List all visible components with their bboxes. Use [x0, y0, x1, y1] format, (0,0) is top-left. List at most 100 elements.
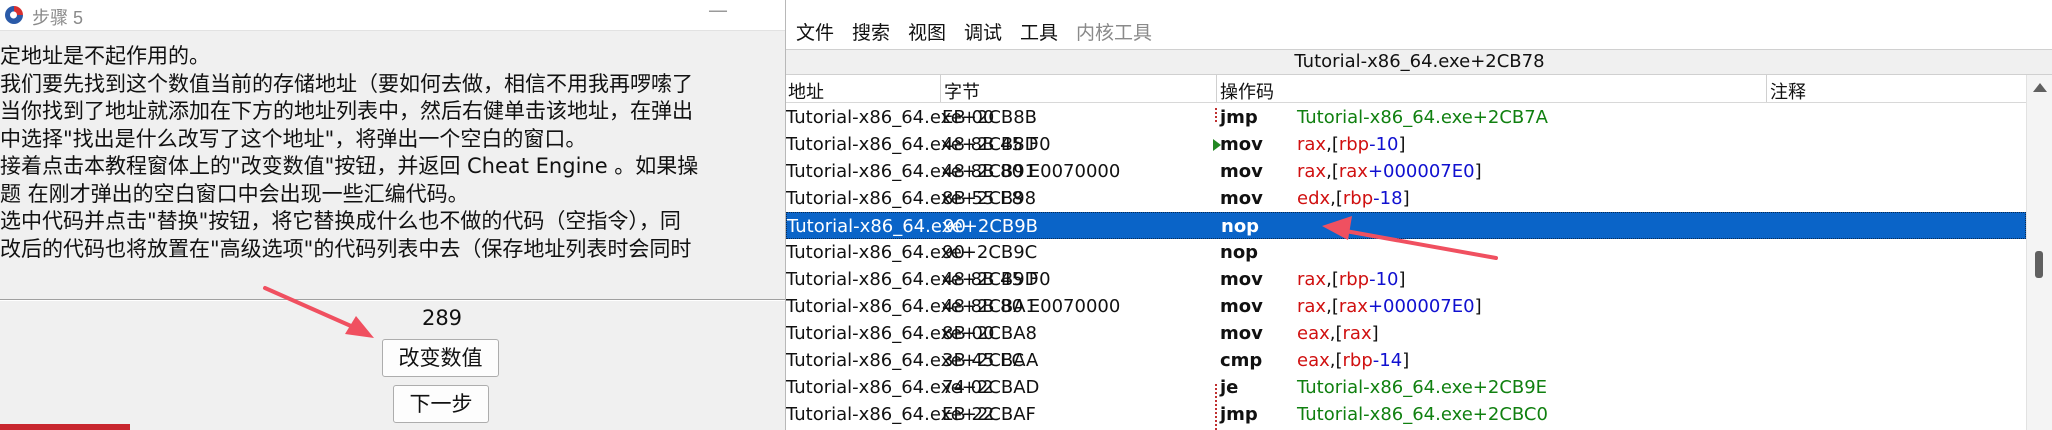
disassembly-row[interactable]: Tutorial-x86_64.exe+2CBA1 48 8B 80 E00700…: [786, 293, 2026, 320]
row-address: Tutorial-x86_64.exe+2CB8B: [786, 107, 1038, 128]
operand-token: ,[: [1329, 323, 1343, 344]
operand-token: +000007E0: [1367, 296, 1475, 317]
tutorial-title: 步骤 5: [32, 8, 84, 28]
row-operands: Tutorial-x86_64.exe+2CB7A: [1297, 104, 1548, 131]
disassembly-row[interactable]: Tutorial-x86_64.exe+2CB91 48 8B 80 E00700…: [786, 158, 2026, 185]
row-bytes: 48 8B 45 F0: [942, 269, 1051, 290]
description-line: 接着点击本教程窗体上的"改变数值"按钮，并返回 Cheat Engine 。如果…: [0, 154, 699, 178]
menu-file[interactable]: 文件: [796, 18, 834, 45]
minimize-icon[interactable]: —: [708, 0, 728, 26]
row-address-bytes: Tutorial-x86_64.exe+2CB8B EB 00: [786, 104, 1216, 131]
operand-token: ,[: [1326, 296, 1339, 317]
scroll-thumb[interactable]: [2035, 251, 2043, 278]
row-operands: Tutorial-x86_64.exe+2CBC0: [1297, 401, 1548, 428]
operand-token: rax: [1297, 161, 1327, 182]
column-comment[interactable]: 注释: [1770, 78, 1806, 104]
menu-kernel-tools[interactable]: 内核工具: [1076, 18, 1152, 45]
row-address-bytes: Tutorial-x86_64.exe+2CB9C 90: [786, 239, 1216, 266]
row-address-bytes: Tutorial-x86_64.exe+2CB9D 48 8B 45 F0: [786, 266, 1216, 293]
row-address-bytes: Tutorial-x86_64.exe+2CBA1 48 8B 80 E00700…: [786, 293, 1216, 320]
operand-token: ,[: [1326, 134, 1339, 155]
menu-search[interactable]: 搜索: [852, 18, 890, 45]
row-address-bytes: Tutorial-x86_64.exe+2CB98 8B 55 E8: [786, 185, 1216, 212]
operand-token: eax: [1297, 323, 1330, 344]
jump-indicator-line: [1215, 108, 1217, 122]
operand-token: rax: [1297, 269, 1327, 290]
disassembly-row[interactable]: Tutorial-x86_64.exe+2CBA8 8B 00 mov eax,[ra…: [786, 320, 2026, 347]
row-address: Tutorial-x86_64.exe+2CBA8: [786, 323, 1037, 344]
operand-token: ,[: [1329, 350, 1343, 371]
disassembly-row[interactable]: Tutorial-x86_64.exe+2CBAA 3B 45 EC cmp eax,…: [786, 347, 2026, 374]
operand-token: ,[: [1326, 161, 1339, 182]
disassembly-column-header: 地址 字节 操作码 注释: [786, 75, 2052, 103]
disassembly-row[interactable]: Tutorial-x86_64.exe+2CBAD 74 02 je Tutorial…: [786, 374, 2026, 401]
disassembly-row[interactable]: Tutorial-x86_64.exe+2CB98 8B 55 E8 mov edx,…: [786, 185, 2026, 212]
row-address: Tutorial-x86_64.exe+2CBAD: [786, 377, 1040, 398]
row-bytes: 90: [943, 216, 966, 237]
row-address-bytes: Tutorial-x86_64.exe+2CBAF EB 22: [786, 401, 1216, 428]
row-operands: rax,[rbp-10]: [1297, 131, 1406, 158]
row-opcode: nop: [1221, 216, 1260, 237]
disassembly-row[interactable]: Tutorial-x86_64.exe+2CB8B EB 00 jmp Tutoria…: [786, 104, 2026, 131]
row-opcode: je: [1220, 377, 1239, 398]
menu-debug[interactable]: 调试: [964, 18, 1002, 45]
operand-token: ]: [1398, 134, 1406, 155]
menu-view[interactable]: 视图: [908, 18, 946, 45]
row-opcode: mov: [1220, 161, 1263, 182]
operand-token: ]: [1398, 269, 1406, 290]
column-address[interactable]: 地址: [788, 78, 824, 104]
operand-token: rbp: [1342, 350, 1373, 371]
tutorial-description: 定地址是不起作用的。 我们要先找到这个数值当前的存储地址（要如何去做，相信不用我…: [0, 43, 785, 263]
column-divider[interactable]: [940, 75, 941, 102]
operand-token: Tutorial-x86_64.exe+2CB9E: [1297, 377, 1548, 398]
next-step-button[interactable]: 下一步: [393, 385, 489, 423]
operand-token: rbp: [1338, 134, 1370, 155]
row-bytes: 3B 45 EC: [942, 350, 1025, 371]
disassembly-scrollbar[interactable]: [2026, 75, 2052, 430]
description-line: 中选择"找出是什么改写了这个地址"，将弹出一个空白的窗口。: [0, 126, 587, 151]
description-line: 定地址是不起作用的。: [0, 44, 210, 68]
current-value: 289: [421, 306, 463, 330]
row-opcode: jmp: [1220, 107, 1258, 128]
row-bytes: 48 8B 80 E0070000: [942, 161, 1121, 182]
disassembly-row[interactable]: Tutorial-x86_64.exe+2CB8D 48 8B 45 F0 mov r…: [786, 131, 2026, 158]
column-opcode[interactable]: 操作码: [1220, 78, 1274, 104]
row-operands: rax,[rbp-10]: [1297, 266, 1406, 293]
operand-token: rax: [1338, 296, 1368, 317]
disassembly-row[interactable]: Tutorial-x86_64.exe+2CBAF EB 22 jmp Tutoria…: [786, 401, 2026, 428]
change-value-button[interactable]: 改变数值: [382, 339, 499, 377]
row-bytes: EB 22: [942, 404, 995, 425]
row-address-bytes: Tutorial-x86_64.exe+2CBAD 74 02: [786, 374, 1216, 401]
operand-token: rbp: [1338, 269, 1370, 290]
row-address-bytes: Tutorial-x86_64.exe+2CBA8 8B 00: [786, 320, 1216, 347]
tutorial-titlebar[interactable]: 步骤 5 —: [0, 0, 785, 31]
operand-token: ,[: [1330, 188, 1343, 209]
current-address-bar[interactable]: Tutorial-x86_64.exe+2CB78: [786, 49, 2052, 75]
menu-tools[interactable]: 工具: [1020, 18, 1058, 45]
row-bytes: 74 02: [942, 377, 994, 398]
operand-token: edx: [1297, 188, 1331, 209]
operand-token: rbp: [1342, 188, 1374, 209]
column-divider[interactable]: [1216, 75, 1217, 102]
row-operands: Tutorial-x86_64.exe+2CB9E: [1297, 374, 1547, 401]
operand-token: +000007E0: [1367, 161, 1475, 182]
row-operands: eax,[rax]: [1297, 320, 1379, 347]
column-bytes[interactable]: 字节: [944, 78, 980, 104]
column-divider[interactable]: [1766, 75, 1767, 102]
operand-token: ]: [1474, 296, 1482, 317]
description-line: 我们要先找到这个数值当前的存储地址（要如何去做，相信不用我再啰嗦了: [0, 71, 693, 96]
disassembly-row[interactable]: Tutorial-x86_64.exe+2CB9D 48 8B 45 F0 mov r…: [786, 266, 2026, 293]
disassembly-row[interactable]: Tutorial-x86_64.exe+2CB9B 90 nop: [786, 212, 2026, 239]
disassembly-row[interactable]: Tutorial-x86_64.exe+2CB9C 90 nop: [786, 239, 2026, 266]
row-bytes: 8B 55 E8: [942, 188, 1023, 209]
operand-token: eax: [1297, 350, 1330, 371]
scroll-up-icon[interactable]: [2033, 83, 2047, 92]
row-bytes: 90: [942, 242, 965, 263]
operand-token: -10: [1369, 269, 1399, 290]
description-line: 改后的代码也将放置在"高级选项"的代码列表中去（保存地址列表时会同时: [0, 236, 692, 261]
operand-token: Tutorial-x86_64.exe+2CB7A: [1297, 107, 1548, 128]
operand-token: ]: [1371, 323, 1379, 344]
jump-indicator-line: [1215, 384, 1217, 430]
row-opcode: mov: [1220, 269, 1263, 290]
background-window-edge: [0, 424, 130, 430]
